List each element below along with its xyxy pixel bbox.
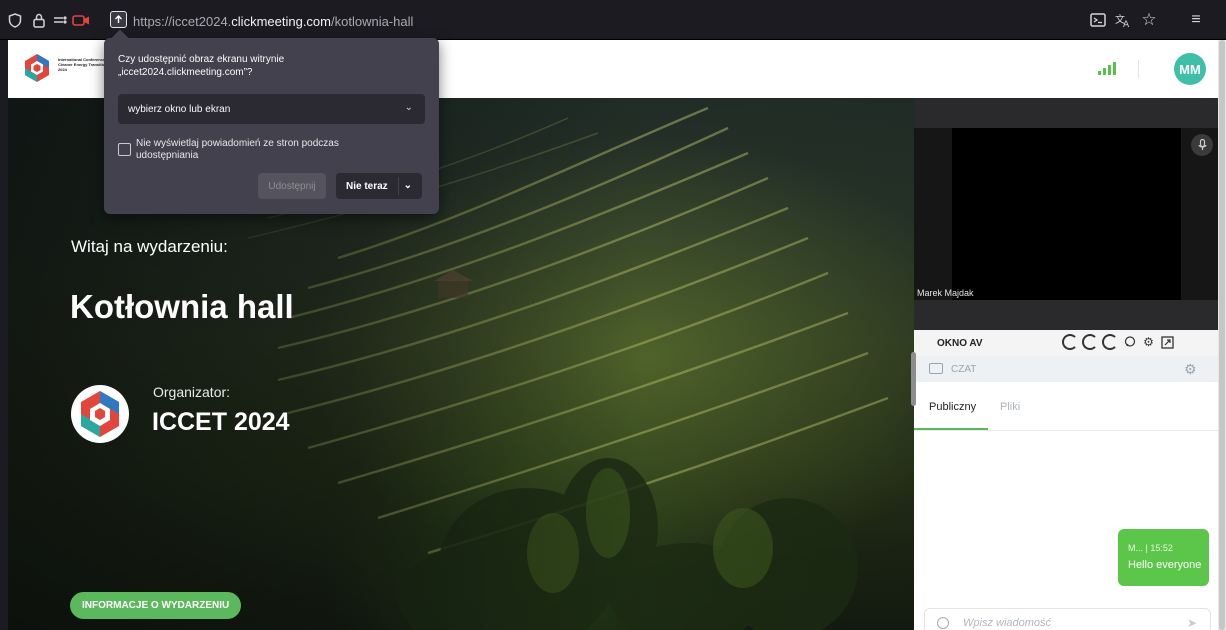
av-toolbar: OKNO AV ⚙ xyxy=(914,330,1218,356)
url-path: /kotlownia-hall xyxy=(331,13,414,29)
chat-header: CZAT ⚙ xyxy=(914,356,1218,382)
scrollbar-thumb[interactable] xyxy=(1219,40,1225,630)
dialog-title: Czy udostępnić obraz ekranu witrynie „ic… xyxy=(118,54,285,78)
microphone-icon[interactable] xyxy=(1191,134,1213,156)
screen-share-dialog: Czy udostępnić obraz ekranu witrynie „ic… xyxy=(104,29,439,214)
url-bar[interactable]: https://iccet2024. clickmeeting.com/kotlo… xyxy=(133,8,1193,34)
video-pad-left xyxy=(914,128,952,300)
event-info-button[interactable]: INFORMACJE O WYDARZENIU xyxy=(70,592,242,619)
chat-settings-icon[interactable]: ⚙ xyxy=(1184,361,1197,378)
message-meta: M... | 15:52 xyxy=(1128,543,1173,553)
loading-spinner-icon[interactable] xyxy=(1082,334,1098,350)
chat-message: M... | 15:52 Hello everyone xyxy=(1118,529,1209,586)
tab-public[interactable]: Publiczny xyxy=(929,401,976,413)
tracking-protection-icon[interactable] xyxy=(6,11,24,29)
user-avatar[interactable]: MM xyxy=(1174,53,1206,85)
panel-resize-handle[interactable] xyxy=(911,352,916,406)
video-area: Marek Majdak xyxy=(914,98,1218,330)
permissions-icon[interactable] xyxy=(52,11,70,29)
organizer-name: ICCET 2024 xyxy=(152,408,290,436)
url-scheme: https:// xyxy=(133,13,173,29)
reader-view-icon[interactable] xyxy=(1089,11,1107,29)
bookmark-star-icon[interactable]: ☆ xyxy=(1140,10,1158,29)
camera-active-icon[interactable] xyxy=(72,11,90,29)
side-panel: Marek Majdak OKNO AV ⚙ CZAT ⚙ Publiczny … xyxy=(914,98,1218,630)
message-input[interactable]: Wpisz wiadomość ➤ xyxy=(924,608,1211,630)
message-text: Hello everyone xyxy=(1128,559,1202,571)
window-select[interactable]: wybierz okno lub ekran ⌄ xyxy=(118,94,425,124)
share-button[interactable]: Udostępnij xyxy=(258,173,326,199)
participant-name: Marek Majdak xyxy=(917,288,974,298)
emoji-icon[interactable] xyxy=(937,617,949,629)
button-separator xyxy=(398,177,399,195)
chevron-down-icon: ⌄ xyxy=(404,102,413,113)
av-window-label: OKNO AV xyxy=(937,338,983,349)
url-subdomain: iccet2024. xyxy=(172,13,232,29)
loading-spinner-icon[interactable] xyxy=(1102,334,1118,350)
translate-icon[interactable]: 文A xyxy=(1114,11,1132,29)
not-now-label: Nie teraz xyxy=(346,180,388,192)
chat-tabs: Publiczny Pliki xyxy=(914,382,1218,431)
message-placeholder: Wpisz wiadomość xyxy=(963,617,1052,629)
connection-signal-icon[interactable] xyxy=(1098,61,1116,75)
svg-text:A: A xyxy=(1123,20,1130,28)
chat-bubble-icon[interactable] xyxy=(1122,335,1137,350)
browser-toolbar: https://iccet2024. clickmeeting.com/kotlo… xyxy=(0,0,1226,40)
popout-icon[interactable] xyxy=(1160,335,1175,350)
notifications-checkbox-label: Nie wyświetlaj powiadomień ze stron podc… xyxy=(136,138,339,161)
not-now-button[interactable]: Nie teraz ⌄ xyxy=(336,173,422,199)
av-controls: ⚙ xyxy=(1062,334,1175,350)
event-title: Kotłownia hall xyxy=(70,288,294,325)
welcome-text: Witaj na wydarzeniu: xyxy=(71,237,228,256)
notifications-checkbox[interactable] xyxy=(118,143,131,156)
organizer-label: Organizator: xyxy=(153,384,231,400)
conference-logo xyxy=(25,54,49,82)
chat-window-icon xyxy=(929,363,943,374)
window-select-value: wybierz okno lub ekran xyxy=(128,103,231,115)
settings-gear-icon[interactable]: ⚙ xyxy=(1141,335,1156,350)
tab-files[interactable]: Pliki xyxy=(1000,401,1020,413)
url-host: clickmeeting.com xyxy=(231,13,331,29)
loading-spinner-icon[interactable] xyxy=(1062,334,1078,350)
logo-text: International Conference Cleaner Energy … xyxy=(58,57,108,72)
screen-share-request-icon[interactable] xyxy=(110,11,127,28)
menu-icon[interactable]: ≡ xyxy=(1187,11,1205,29)
active-tab-indicator xyxy=(914,428,988,430)
chevron-down-icon[interactable]: ⌄ xyxy=(404,180,412,191)
lock-icon[interactable] xyxy=(30,11,48,29)
send-icon[interactable]: ➤ xyxy=(1187,616,1197,630)
chat-label: CZAT xyxy=(951,364,977,375)
video-feed[interactable] xyxy=(952,128,1181,300)
organizer-logo xyxy=(71,385,129,443)
header-divider xyxy=(1138,60,1139,78)
